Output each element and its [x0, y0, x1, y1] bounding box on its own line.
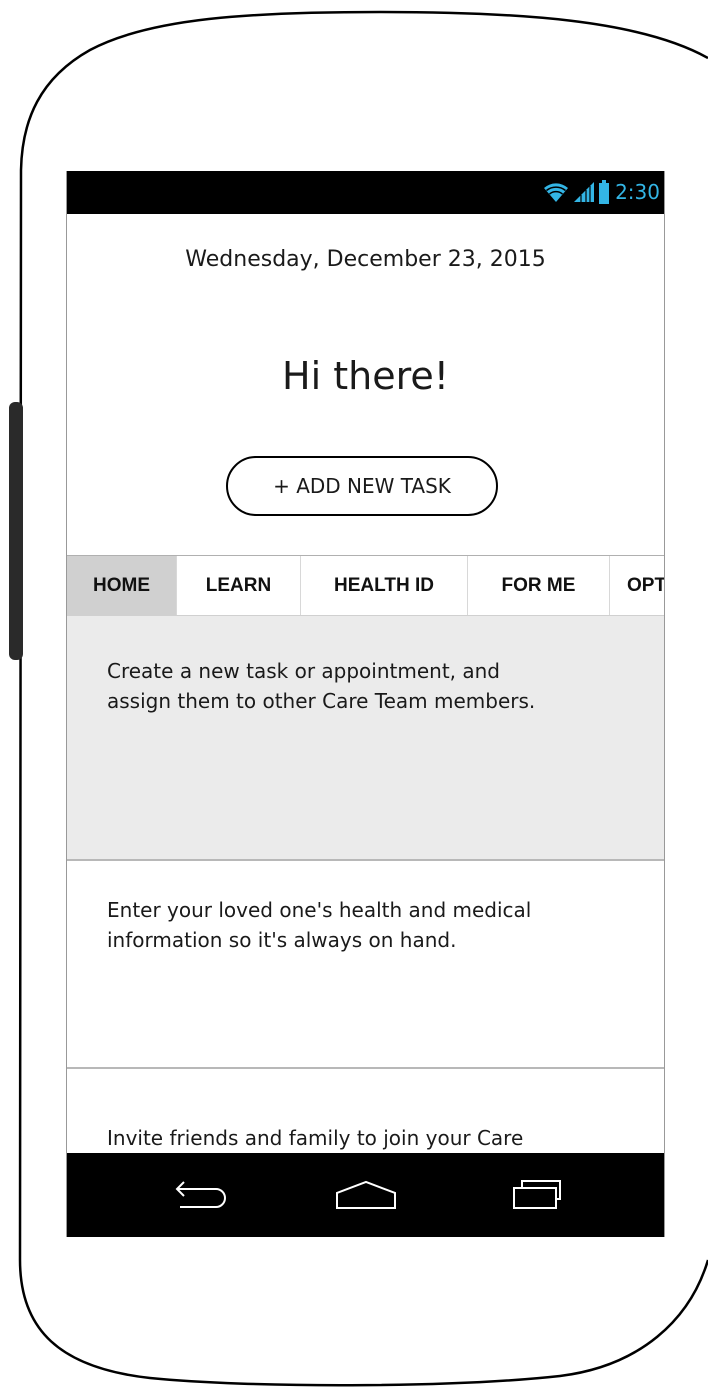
list-item-text: Enter your loved one's health and medica…: [107, 898, 532, 952]
tab-options[interactable]: OPTIONS: [610, 556, 664, 615]
list-item[interactable]: Enter your loved one's health and medica…: [67, 861, 664, 1069]
home-button[interactable]: [326, 1167, 406, 1223]
back-button[interactable]: [162, 1167, 242, 1223]
tab-health-id[interactable]: HEALTH ID: [301, 556, 468, 615]
current-date: Wednesday, December 23, 2015: [185, 247, 546, 272]
wifi-icon: [544, 183, 569, 202]
status-clock: 2:30: [615, 180, 660, 204]
phone-screen: 2:30 Wednesday, December 23, 2015 Hi the…: [66, 171, 665, 1237]
list-item[interactable]: Invite friends and family to join your C…: [67, 1069, 664, 1180]
navigation-bar: [67, 1153, 664, 1237]
list-item[interactable]: Create a new task or appointment, and as…: [67, 616, 664, 861]
tab-home[interactable]: HOME: [67, 556, 177, 615]
recent-apps-icon: [513, 1180, 561, 1209]
signal-icon: [574, 182, 595, 202]
tab-bar: HOME LEARN HEALTH ID FOR ME OPTIONS: [67, 555, 664, 616]
phone-mockup: 2:30 Wednesday, December 23, 2015 Hi the…: [0, 0, 708, 1396]
home-icon: [336, 1180, 396, 1209]
battery-icon: [599, 180, 610, 204]
status-icons: 2:30: [543, 177, 660, 207]
back-icon: [175, 1181, 226, 1208]
greeting-heading: Hi there!: [282, 354, 449, 398]
status-bar: 2:30: [67, 171, 664, 214]
tab-learn[interactable]: LEARN: [177, 556, 301, 615]
tab-for-me[interactable]: FOR ME: [468, 556, 610, 615]
add-new-task-button[interactable]: + ADD NEW TASK: [226, 456, 498, 516]
side-button[interactable]: [9, 402, 23, 660]
list-item-text: Create a new task or appointment, and as…: [107, 659, 536, 713]
recent-apps-button[interactable]: [494, 1167, 574, 1223]
